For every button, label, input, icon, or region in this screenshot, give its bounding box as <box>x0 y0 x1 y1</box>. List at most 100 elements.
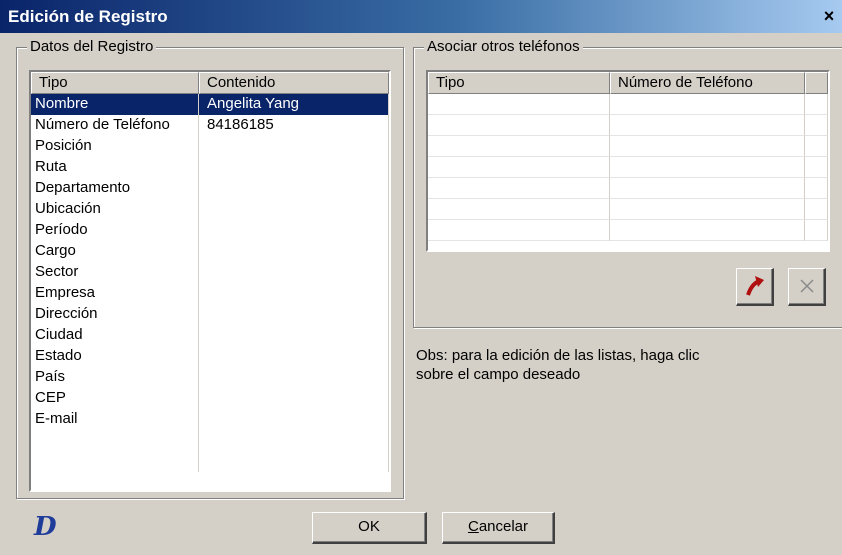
close-button[interactable]: × <box>820 6 838 26</box>
phone-cell[interactable] <box>428 178 610 199</box>
note-line-1: Obs: para la edición de las listas, haga… <box>416 347 700 364</box>
list-row[interactable]: Dirección <box>31 304 389 325</box>
cancel-mnemonic: C <box>467 518 479 535</box>
row-contenido[interactable] <box>199 178 389 199</box>
phone-cell[interactable] <box>610 178 805 199</box>
cancel-label: ancelar <box>478 518 529 535</box>
telefonos-list[interactable]: Tipo Número de Teléfono <box>426 70 830 252</box>
list-row[interactable]: Posición <box>31 136 389 157</box>
phone-cell[interactable] <box>805 115 828 136</box>
row-contenido[interactable]: Angelita Yang <box>199 94 389 115</box>
phone-cell[interactable] <box>610 136 805 157</box>
row-tipo: E-mail <box>31 409 199 430</box>
datos-registro-list[interactable]: Tipo Contenido Nombre Angelita Yang Número… <box>29 70 391 492</box>
row-tipo: Ciudad <box>31 325 199 346</box>
title-bar: Edición de Registro × <box>0 0 842 33</box>
column-header-numero[interactable]: Número de Teléfono <box>610 72 805 94</box>
phone-row[interactable] <box>428 178 828 199</box>
phone-cell[interactable] <box>610 220 805 241</box>
phone-cell[interactable] <box>805 136 828 157</box>
list-row[interactable] <box>31 451 389 472</box>
row-tipo: Departamento <box>31 178 199 199</box>
note-line-2: sobre el campo deseado <box>416 366 581 383</box>
row-contenido[interactable] <box>199 346 389 367</box>
telefonos-body <box>428 94 828 241</box>
phone-row[interactable] <box>428 220 828 241</box>
phone-row[interactable] <box>428 94 828 115</box>
cancel-button[interactable]: Cancelar <box>442 512 555 544</box>
phone-row[interactable] <box>428 199 828 220</box>
row-tipo: Ubicación <box>31 199 199 220</box>
row-contenido[interactable] <box>199 388 389 409</box>
observation-note: Obs: para la edición de las listas, haga… <box>416 346 746 384</box>
phone-row[interactable] <box>428 157 828 178</box>
phone-cell[interactable] <box>610 94 805 115</box>
column-header-tipo[interactable]: Tipo <box>31 72 199 94</box>
list-row[interactable]: E-mail <box>31 409 389 430</box>
column-header-contenido[interactable]: Contenido <box>199 72 389 94</box>
phone-cell[interactable] <box>428 157 610 178</box>
row-contenido[interactable] <box>199 241 389 262</box>
row-contenido[interactable] <box>199 220 389 241</box>
row-tipo: CEP <box>31 388 199 409</box>
list-row[interactable]: CEP <box>31 388 389 409</box>
datos-registro-label: Datos del Registro <box>27 38 157 55</box>
list-row[interactable]: Número de Teléfono 84186185 <box>31 115 389 136</box>
phone-cell[interactable] <box>428 115 610 136</box>
phone-cell[interactable] <box>428 199 610 220</box>
ok-button[interactable]: OK <box>312 512 427 544</box>
row-tipo: Dirección <box>31 304 199 325</box>
column-header-tipo-telefono[interactable]: Tipo <box>428 72 610 94</box>
row-tipo: Estado <box>31 346 199 367</box>
list-row[interactable]: Ciudad <box>31 325 389 346</box>
delete-phone-button[interactable] <box>788 268 826 306</box>
close-icon: × <box>823 6 835 26</box>
phone-cell[interactable] <box>805 199 828 220</box>
phone-cell[interactable] <box>610 115 805 136</box>
phone-cell[interactable] <box>428 136 610 157</box>
add-phone-button[interactable] <box>736 268 774 306</box>
row-tipo: Cargo <box>31 241 199 262</box>
row-contenido[interactable] <box>199 451 389 472</box>
row-contenido[interactable] <box>199 283 389 304</box>
row-tipo: Sector <box>31 262 199 283</box>
phone-cell[interactable] <box>805 157 828 178</box>
row-contenido[interactable] <box>199 304 389 325</box>
phone-cell[interactable] <box>428 220 610 241</box>
list-row[interactable]: Estado <box>31 346 389 367</box>
row-contenido[interactable] <box>199 325 389 346</box>
x-icon <box>799 279 814 293</box>
list-row[interactable]: Departamento <box>31 178 389 199</box>
row-contenido[interactable] <box>199 199 389 220</box>
list-row[interactable]: Ubicación <box>31 199 389 220</box>
row-contenido[interactable] <box>199 262 389 283</box>
list-row[interactable]: Ruta <box>31 157 389 178</box>
phone-cell[interactable] <box>610 157 805 178</box>
row-contenido[interactable] <box>199 157 389 178</box>
list-row[interactable]: Cargo <box>31 241 389 262</box>
phone-cell[interactable] <box>805 178 828 199</box>
row-contenido[interactable]: 84186185 <box>199 115 389 136</box>
phone-cell[interactable] <box>428 94 610 115</box>
row-contenido[interactable] <box>199 367 389 388</box>
list-row[interactable]: Nombre Angelita Yang <box>31 94 389 115</box>
list-row[interactable]: Sector <box>31 262 389 283</box>
phone-cell[interactable] <box>805 220 828 241</box>
list-header: Tipo Contenido <box>31 72 389 94</box>
phone-cell[interactable] <box>610 199 805 220</box>
phone-cell[interactable] <box>805 94 828 115</box>
arrow-up-right-icon <box>745 276 764 296</box>
row-contenido[interactable] <box>199 409 389 430</box>
column-header-extra <box>805 72 828 94</box>
row-contenido[interactable] <box>199 430 389 451</box>
list-row[interactable]: Período <box>31 220 389 241</box>
phone-row[interactable] <box>428 136 828 157</box>
list-body: Nombre Angelita Yang Número de Teléfono 841… <box>31 94 389 472</box>
list-row[interactable]: Empresa <box>31 283 389 304</box>
row-contenido[interactable] <box>199 136 389 157</box>
list-row[interactable]: País <box>31 367 389 388</box>
phone-row[interactable] <box>428 115 828 136</box>
list-row[interactable] <box>31 430 389 451</box>
row-tipo: Nombre <box>31 94 199 115</box>
telefonos-header: Tipo Número de Teléfono <box>428 72 828 94</box>
